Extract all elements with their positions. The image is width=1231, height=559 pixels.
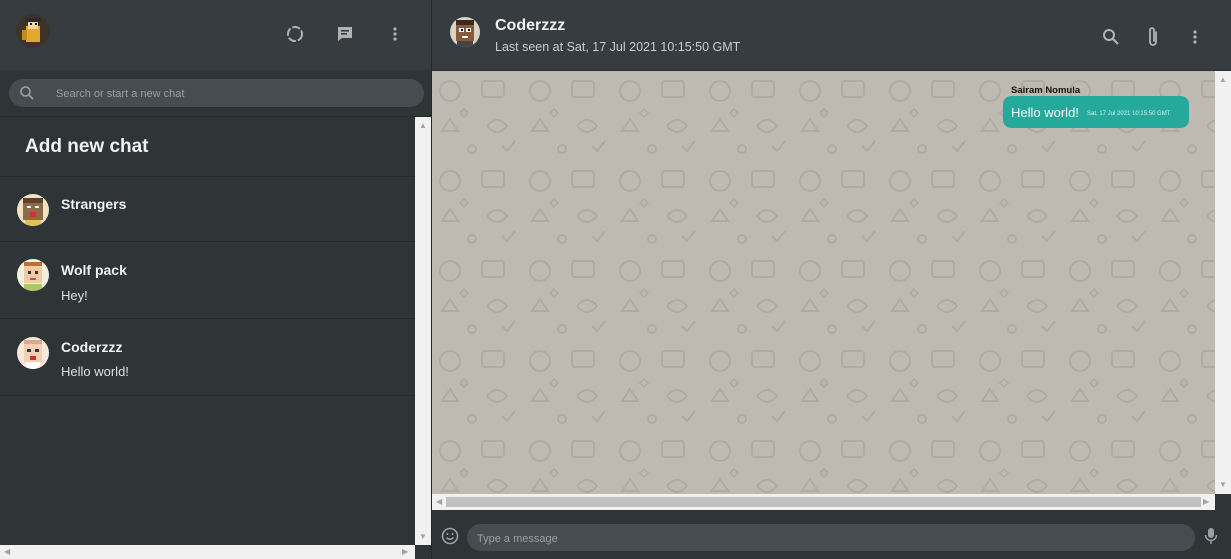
search-icon[interactable] [1099, 25, 1123, 49]
chat-avatar [17, 194, 49, 226]
message-input[interactable] [475, 524, 1179, 553]
scroll-right-arrow-icon[interactable]: ▶ [1203, 498, 1209, 506]
message-sender: Sairam Nomula [1011, 85, 1081, 96]
search-input[interactable] [54, 79, 418, 109]
chat-avatar [17, 337, 49, 369]
contact-name: Coderzzz [495, 17, 566, 34]
sidebar-horizontal-scrollbar[interactable]: ◀ ▶ [0, 545, 415, 559]
scroll-left-arrow-icon[interactable]: ◀ [436, 498, 442, 506]
sidebar: Add new chat Strangers [0, 0, 432, 559]
search-icon [19, 85, 35, 106]
message-text: Hello world! [1011, 105, 1079, 120]
chat-item-wolf-pack[interactable]: Wolf pack Hey! [0, 242, 415, 319]
scroll-up-arrow-icon[interactable]: ▲ [419, 122, 427, 130]
scrollbar-thumb[interactable] [446, 497, 1201, 507]
search-box[interactable] [9, 79, 424, 109]
chat-wallpaper [432, 71, 1215, 494]
chat-last-message: Hello world! [61, 364, 129, 379]
message-horizontal-scrollbar[interactable]: ◀ ▶ [432, 494, 1215, 510]
new-chat-icon[interactable] [333, 22, 357, 46]
scroll-left-arrow-icon[interactable]: ◀ [4, 548, 10, 556]
chat-name: Wolf pack [61, 262, 127, 278]
more-vertical-icon[interactable] [383, 22, 407, 46]
sidebar-vertical-scrollbar[interactable]: ▲ ▼ [415, 117, 431, 545]
message-composer [432, 510, 1231, 559]
chat-pane: Coderzzz Last seen at Sat, 17 Jul 2021 1… [432, 0, 1231, 559]
chat-name: Strangers [61, 196, 127, 212]
scroll-right-arrow-icon[interactable]: ▶ [402, 548, 408, 556]
message-area: Sairam Nomula Hello world! Sat, 17 Jul 2… [432, 71, 1215, 494]
scroll-down-arrow-icon[interactable]: ▼ [1219, 481, 1227, 489]
add-new-chat-button[interactable]: Add new chat [0, 117, 415, 177]
chat-list: Add new chat Strangers Wolf pack Hey! Co… [0, 117, 415, 545]
scroll-down-arrow-icon[interactable]: ▼ [419, 533, 427, 541]
chat-item-strangers[interactable]: Strangers [0, 177, 415, 242]
message-timestamp: Sat, 17 Jul 2021 10:15:50 GMT [1087, 111, 1171, 117]
chat-avatar [17, 259, 49, 291]
message-vertical-scrollbar[interactable]: ▲ ▼ [1215, 71, 1231, 494]
chat-header: Coderzzz Last seen at Sat, 17 Jul 2021 1… [432, 0, 1231, 71]
user-avatar[interactable] [16, 14, 50, 48]
last-seen-status: Last seen at Sat, 17 Jul 2021 10:15:50 G… [495, 40, 741, 54]
search-bar [0, 70, 431, 117]
emoji-icon[interactable] [441, 527, 459, 550]
chat-name: Coderzzz [61, 339, 123, 355]
chat-last-message: Hey! [61, 288, 88, 303]
status-icon[interactable] [283, 22, 307, 46]
sidebar-header [0, 0, 431, 70]
mic-icon[interactable] [1204, 527, 1218, 550]
add-new-chat-label: Add new chat [25, 135, 149, 157]
message-input-box[interactable] [467, 524, 1195, 553]
paperclip-icon[interactable] [1141, 25, 1165, 49]
chat-item-coderzzz[interactable]: Coderzzz Hello world! [0, 319, 415, 396]
scroll-up-arrow-icon[interactable]: ▲ [1219, 76, 1227, 84]
more-vertical-icon[interactable] [1183, 25, 1207, 49]
contact-avatar[interactable] [450, 17, 480, 47]
message-bubble[interactable]: Hello world! Sat, 17 Jul 2021 10:15:50 G… [1003, 96, 1189, 128]
